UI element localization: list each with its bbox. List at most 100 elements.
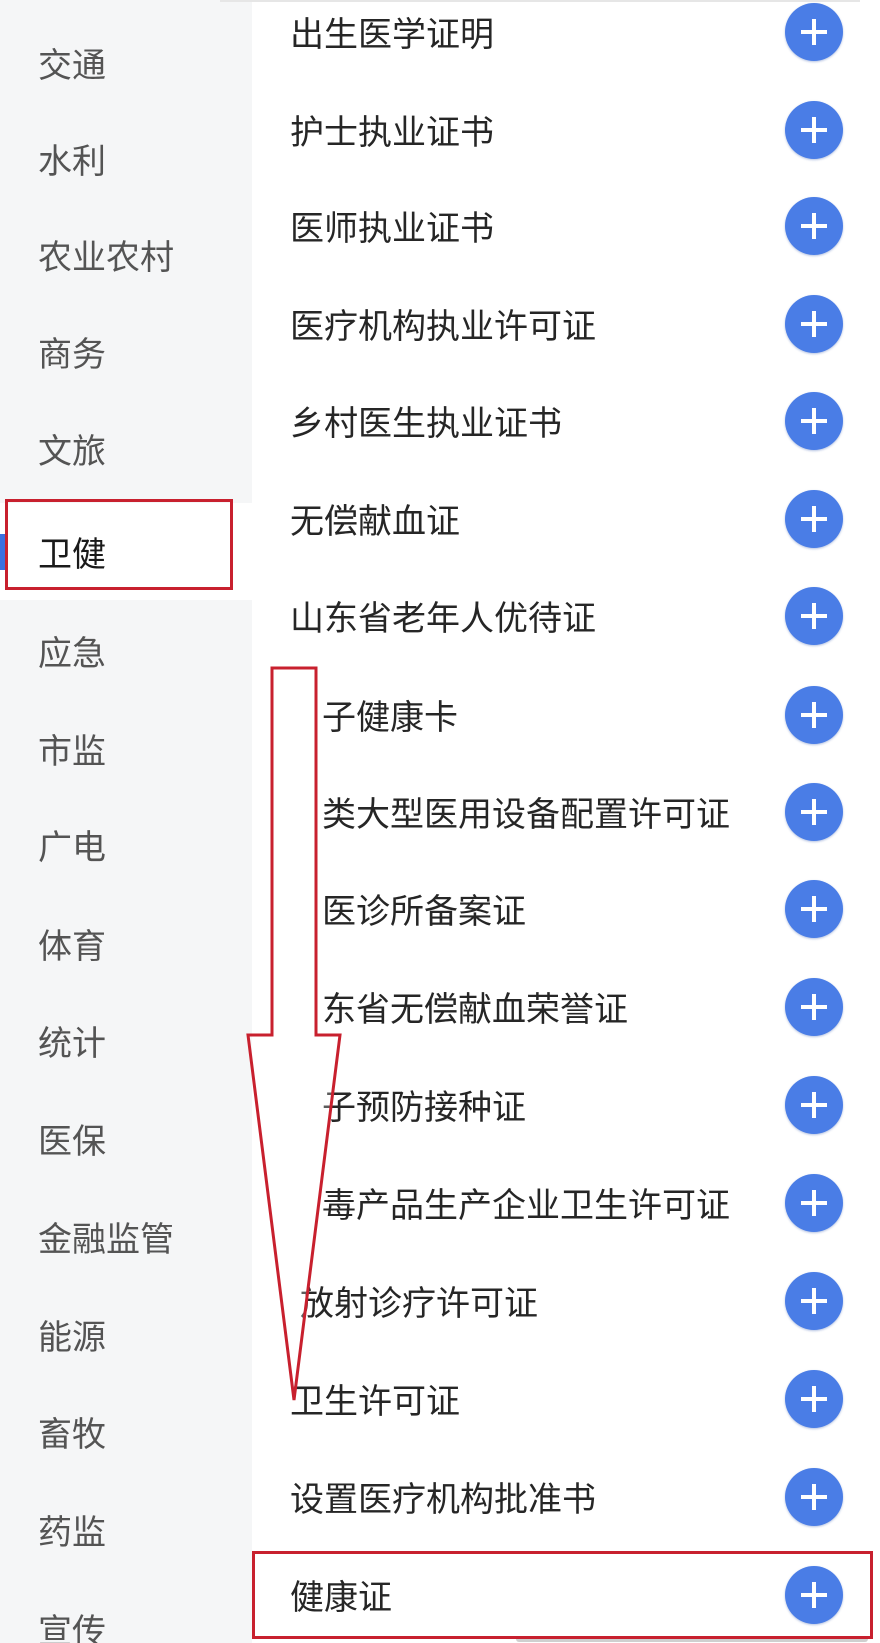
add-button[interactable] [785,586,843,645]
list-item[interactable]: 无偿献血证 [252,470,880,567]
plus-icon [801,505,827,532]
sidebar-item-agriculture[interactable]: 农业农村 [0,206,252,303]
certificate-list: 出生医学证明 护士执业证书 医师执业证书 医疗机构执业许可证 乡村医生执业证书 … [252,0,880,1643]
list-item[interactable]: 子预防接种证 [252,1056,880,1153]
category-sidebar: 交通 水利 农业农村 商务 文旅 卫健 应急 市监 广电 体育 统计 医保 金融… [0,0,252,1643]
list-item-label: 护士执业证书 [290,113,494,153]
sidebar-item-label: 畜牧 [38,1415,106,1455]
sidebar-item-publicity[interactable]: 宣传 [0,1580,252,1643]
list-item[interactable]: 东省无偿献血荣誉证 [252,958,880,1055]
plus-icon [801,1091,827,1118]
plus-icon [801,212,827,239]
add-button[interactable] [785,879,843,938]
list-item-label: 无偿献血证 [290,502,460,542]
list-item[interactable]: 乡村医生执业证书 [252,372,880,469]
sidebar-item-label: 卫健 [38,535,106,575]
add-button[interactable] [785,977,843,1036]
add-button[interactable] [785,1173,843,1232]
sidebar-item-label: 金融监管 [38,1220,174,1260]
sidebar-item-statistics[interactable]: 统计 [0,992,252,1089]
sidebar-item-broadcast[interactable]: 广电 [0,796,252,893]
sidebar-item-transport[interactable]: 交通 [0,14,252,111]
plus-icon [801,1483,827,1510]
plus-icon [801,407,827,434]
sidebar-item-medical-insurance[interactable]: 医保 [0,1090,252,1187]
list-item-label: 类大型医用设备配置许可证 [322,795,730,835]
list-item-label: 子健康卡 [322,698,458,738]
sidebar-item-label: 广电 [38,828,106,868]
list-item[interactable]: 健康证 [252,1546,880,1643]
list-item[interactable]: 毒产品生产企业卫生许可证 [252,1154,880,1251]
list-item-label: 东省无偿献血荣誉证 [322,990,628,1030]
plus-icon [801,602,827,629]
add-button[interactable] [785,391,843,450]
add-button[interactable] [785,1565,843,1624]
sidebar-item-label: 应急 [38,634,106,674]
sidebar-item-label: 商务 [38,335,106,375]
sidebar-item-label: 统计 [38,1024,106,1064]
list-item-label: 医诊所备案证 [322,892,526,932]
top-divider [220,0,860,2]
add-button[interactable] [785,2,843,61]
list-item-label: 出生医学证明 [290,15,494,55]
sidebar-item-emergency[interactable]: 应急 [0,602,252,699]
sidebar-item-energy[interactable]: 能源 [0,1286,252,1383]
add-button[interactable] [785,782,843,841]
list-item[interactable]: 子健康卡 [252,666,880,763]
plus-icon [801,1581,827,1608]
sidebar-item-culture-tourism[interactable]: 文旅 [0,400,252,497]
add-button[interactable] [785,1271,843,1330]
list-item[interactable]: 类大型医用设备配置许可证 [252,763,880,860]
add-button[interactable] [785,685,843,744]
plus-icon [801,310,827,337]
sidebar-item-label: 宣传 [38,1612,106,1643]
sidebar-item-label: 水利 [38,142,106,182]
list-item-label: 医师执业证书 [290,209,494,249]
sidebar-item-label: 药监 [38,1513,106,1553]
add-button[interactable] [785,1075,843,1134]
list-item[interactable]: 医师执业证书 [252,177,880,274]
sidebar-item-drug-regulation[interactable]: 药监 [0,1481,252,1578]
sidebar-item-health[interactable]: 卫健 [0,503,252,600]
list-item[interactable]: 医诊所备案证 [252,860,880,957]
plus-icon [801,1189,827,1216]
list-item[interactable]: 设置医疗机构批准书 [252,1448,880,1545]
sidebar-item-label: 交通 [38,46,106,86]
add-button[interactable] [785,1369,843,1428]
list-item-label: 健康证 [290,1578,392,1618]
list-item-label: 设置医疗机构批准书 [290,1480,596,1520]
sidebar-item-financial-regulation[interactable]: 金融监管 [0,1188,252,1285]
sidebar-item-label: 市监 [38,732,106,772]
sidebar-item-label: 文旅 [38,432,106,472]
list-item-label: 毒产品生产企业卫生许可证 [322,1186,730,1226]
sidebar-item-label: 体育 [38,927,106,967]
scrollbar-thumb[interactable] [516,1636,868,1642]
sidebar-item-label: 医保 [38,1122,106,1162]
list-item[interactable]: 护士执业证书 [252,81,880,178]
list-item[interactable]: 出生医学证明 [252,0,880,80]
sidebar-item-commerce[interactable]: 商务 [0,303,252,400]
list-item-label: 医疗机构执业许可证 [290,307,596,347]
list-item[interactable]: 山东省老年人优待证 [252,567,880,664]
list-item-label: 子预防接种证 [322,1088,526,1128]
plus-icon [801,18,827,45]
list-item-label: 卫生许可证 [290,1382,460,1422]
sidebar-item-livestock[interactable]: 畜牧 [0,1383,252,1480]
list-item[interactable]: 卫生许可证 [252,1350,880,1447]
sidebar-item-label: 能源 [38,1318,106,1358]
add-button[interactable] [785,489,843,548]
sidebar-item-water[interactable]: 水利 [0,110,252,207]
add-button[interactable] [785,1467,843,1526]
add-button[interactable] [785,100,843,159]
list-item[interactable]: 医疗机构执业许可证 [252,275,880,372]
plus-icon [801,701,827,728]
sidebar-item-sports[interactable]: 体育 [0,895,252,992]
active-indicator [0,534,6,570]
plus-icon [801,895,827,922]
list-item-label: 乡村医生执业证书 [290,404,562,444]
sidebar-item-market-supervision[interactable]: 市监 [0,700,252,797]
app-root: 交通 水利 农业农村 商务 文旅 卫健 应急 市监 广电 体育 统计 医保 金融… [0,0,880,1643]
list-item[interactable]: 放射诊疗许可证 [252,1252,880,1349]
add-button[interactable] [785,196,843,255]
add-button[interactable] [785,294,843,353]
